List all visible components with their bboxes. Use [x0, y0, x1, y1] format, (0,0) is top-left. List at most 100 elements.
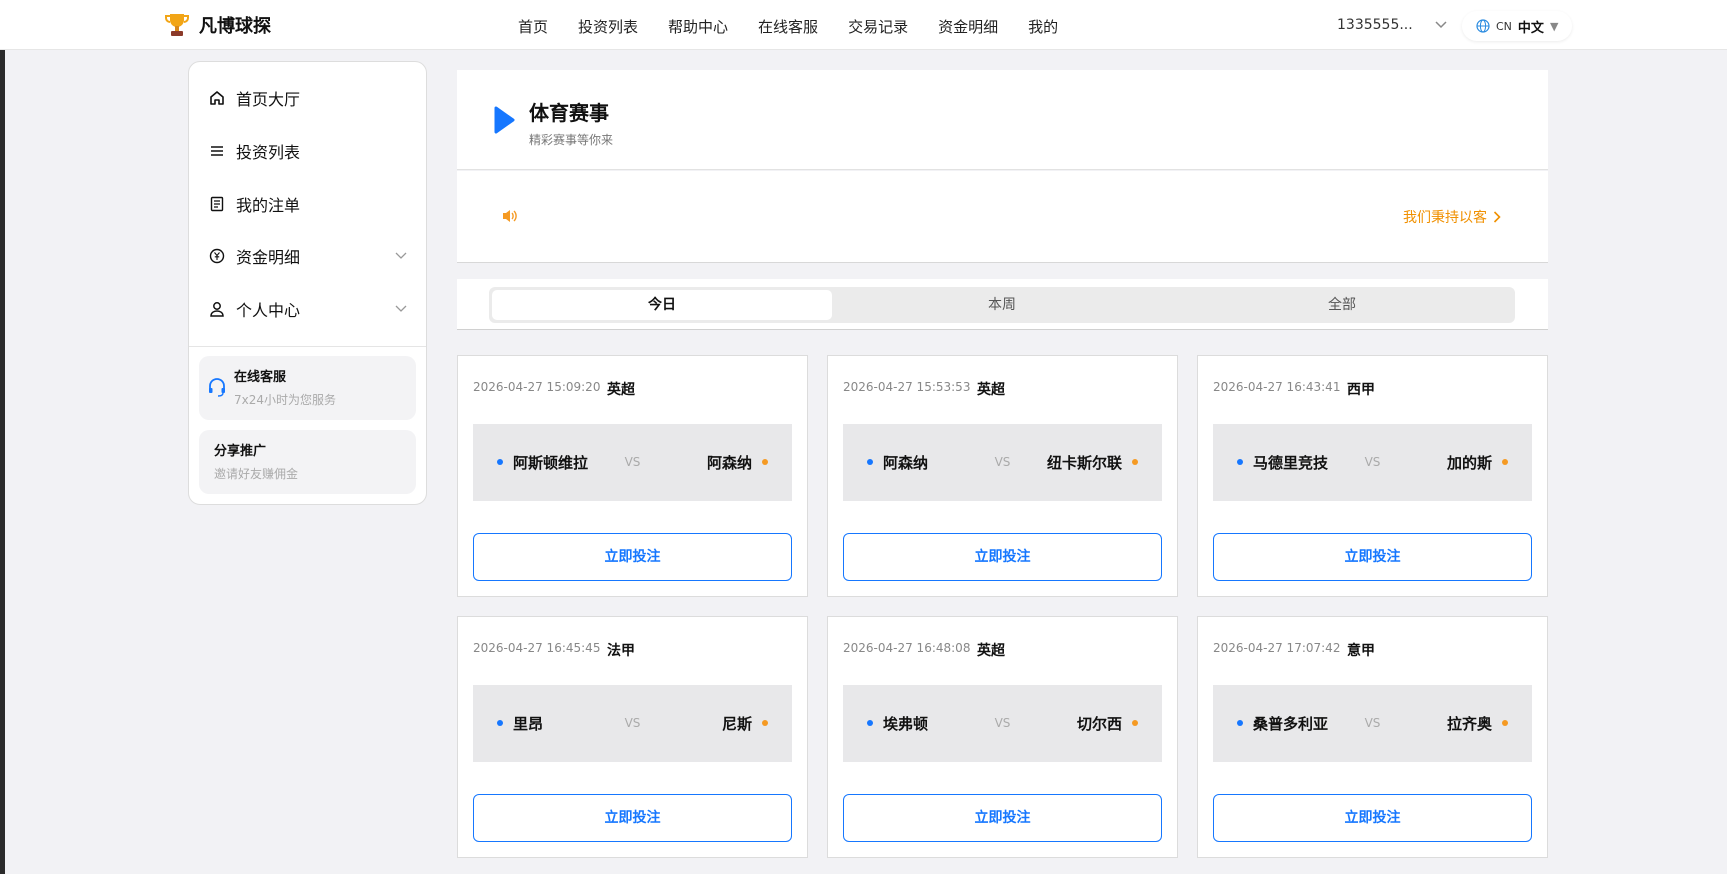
match-teams: 阿斯顿维拉 VS 阿森纳	[473, 424, 792, 501]
sidebar-item-fund-details[interactable]: 资金明细	[208, 242, 408, 270]
sidebar-item-label: 个人中心	[236, 301, 301, 320]
bet-now-button[interactable]: 立即投注	[1213, 533, 1532, 581]
share-promotion-card[interactable]: 分享推广 邀请好友赚佣金	[199, 430, 416, 494]
match-time: 2026-04-27 17:07:42	[1213, 641, 1341, 655]
sidebar-item-label: 资金明细	[236, 248, 301, 267]
match-league: 英超	[977, 643, 1005, 659]
language-selector[interactable]: CN 中文 ▼	[1462, 11, 1572, 41]
yuan-icon	[209, 248, 225, 264]
sidebar-item-label: 首页大厅	[236, 90, 301, 109]
nav-mine[interactable]: 我的	[1028, 16, 1058, 37]
away-dot	[1502, 720, 1508, 726]
tab-all[interactable]: 全部	[1172, 290, 1512, 320]
match-teams: 埃弗顿 VS 切尔西	[843, 685, 1162, 762]
away-team: 纽卡斯尔联	[1046, 454, 1122, 472]
away-dot	[1502, 459, 1508, 465]
sidebar-item-label: 投资列表	[236, 143, 301, 162]
language-label: 中文	[1517, 20, 1544, 36]
bet-now-button[interactable]: 立即投注	[1213, 794, 1532, 842]
away-team: 拉齐奥	[1446, 715, 1492, 733]
away-dot	[762, 720, 768, 726]
notice-link[interactable]: 我们秉持以客	[1403, 207, 1501, 227]
trophy-icon	[165, 14, 189, 36]
caret-down-icon: ▼	[1549, 19, 1559, 33]
list-icon	[211, 146, 223, 156]
sidebar-item-invest-list[interactable]: 投资列表	[208, 137, 408, 165]
match-time: 2026-04-27 16:45:45	[473, 641, 601, 655]
nav-fund-details[interactable]: 资金明细	[938, 16, 998, 37]
user-icon	[210, 302, 224, 317]
share-promotion-title: 分享推广	[214, 444, 267, 459]
chevron-down-icon	[395, 252, 407, 259]
share-promotion-subtitle: 邀请好友赚佣金	[214, 467, 299, 481]
match-teams: 马德里竞技 VS 加的斯	[1213, 424, 1532, 501]
match-card: 2026-04-27 15:09:20 英超 阿斯顿维拉 VS 阿森纳 立即投注	[457, 355, 808, 597]
away-dot	[1132, 720, 1138, 726]
nav-home[interactable]: 首页	[518, 16, 548, 37]
bet-now-button[interactable]: 立即投注	[843, 794, 1162, 842]
nav-transactions[interactable]: 交易记录	[848, 16, 908, 37]
sidebar-divider	[189, 346, 426, 347]
date-filter-panel: 今日 本周 全部	[457, 279, 1548, 330]
speaker-icon	[503, 210, 517, 222]
online-service-title: 在线客服	[234, 370, 287, 385]
away-team: 尼斯	[721, 715, 752, 733]
tab-today[interactable]: 今日	[492, 290, 832, 320]
match-time: 2026-04-27 16:48:08	[843, 641, 971, 655]
bet-now-button[interactable]: 立即投注	[473, 794, 792, 842]
away-team: 切尔西	[1076, 715, 1122, 733]
bet-now-button[interactable]: 立即投注	[473, 533, 792, 581]
date-tabs: 今日 本周 全部	[489, 287, 1515, 323]
match-card: 2026-04-27 16:43:41 西甲 马德里竞技 VS 加的斯 立即投注	[1197, 355, 1548, 597]
tab-this-week[interactable]: 本周	[832, 290, 1172, 320]
match-league: 英超	[977, 382, 1005, 398]
globe-icon	[1476, 19, 1490, 33]
online-service-subtitle: 7x24小时为您服务	[234, 393, 337, 407]
sidebar-item-my-bets[interactable]: 我的注单	[208, 190, 408, 218]
match-league: 意甲	[1347, 643, 1375, 659]
home-icon	[210, 91, 224, 105]
brand-name: 凡博球探	[199, 16, 271, 37]
page-subtitle: 精彩赛事等你来	[529, 133, 614, 147]
chevron-down-icon	[1435, 21, 1447, 29]
page-title: 体育赛事	[529, 101, 609, 125]
document-icon	[210, 196, 224, 212]
match-time: 2026-04-27 15:53:53	[843, 380, 971, 394]
away-team: 加的斯	[1446, 454, 1492, 472]
match-card: 2026-04-27 16:48:08 英超 埃弗顿 VS 切尔西 立即投注	[827, 616, 1178, 858]
logo[interactable]: 凡博球探	[165, 12, 271, 38]
nav-help-center[interactable]: 帮助中心	[668, 16, 728, 37]
sidebar-item-home[interactable]: 首页大厅	[208, 84, 408, 112]
notice-bar: 我们秉持以客	[457, 171, 1548, 263]
nav-invest-list[interactable]: 投资列表	[578, 16, 638, 37]
sidebar-item-personal-center[interactable]: 个人中心	[208, 295, 408, 323]
match-card: 2026-04-27 17:07:42 意甲 桑普多利亚 VS 拉齐奥 立即投注	[1197, 616, 1548, 858]
match-teams: 阿森纳 VS 纽卡斯尔联	[843, 424, 1162, 501]
headset-icon	[209, 378, 225, 397]
away-dot	[762, 459, 768, 465]
user-account: 1335555...	[1337, 17, 1413, 33]
away-dot	[1132, 459, 1138, 465]
play-icon	[494, 106, 515, 134]
match-time: 2026-04-27 15:09:20	[473, 380, 601, 394]
chevron-down-icon	[395, 305, 407, 312]
match-card: 2026-04-27 15:53:53 英超 阿森纳 VS 纽卡斯尔联 立即投注	[827, 355, 1178, 597]
sidebar: 首页大厅 投资列表 我的注单 资金明细 个人中心 在线客服 7x24小时为您服务…	[188, 61, 427, 505]
bet-now-button[interactable]: 立即投注	[843, 533, 1162, 581]
away-team: 阿森纳	[706, 454, 752, 472]
match-league: 西甲	[1347, 382, 1375, 398]
chevron-right-icon	[1493, 211, 1501, 223]
match-league: 法甲	[607, 643, 635, 659]
notice-text: 我们秉持以客	[1403, 210, 1487, 226]
nav-online-service[interactable]: 在线客服	[758, 16, 818, 37]
match-teams: 桑普多利亚 VS 拉齐奥	[1213, 685, 1532, 762]
match-card: 2026-04-27 16:45:45 法甲 里昂 VS 尼斯 立即投注	[457, 616, 808, 858]
window-edge	[0, 0, 5, 874]
main-nav: 首页 投资列表 帮助中心 在线客服 交易记录 资金明细 我的	[518, 16, 1088, 37]
section-header: 体育赛事 精彩赛事等你来	[457, 70, 1548, 170]
online-service-card[interactable]: 在线客服 7x24小时为您服务	[199, 356, 416, 420]
top-header: 凡博球探 首页 投资列表 帮助中心 在线客服 交易记录 资金明细 我的 1335…	[0, 0, 1727, 50]
language-code: CN	[1496, 19, 1512, 33]
match-time: 2026-04-27 16:43:41	[1213, 380, 1341, 394]
user-account-dropdown[interactable]: 1335555...	[1337, 17, 1447, 33]
